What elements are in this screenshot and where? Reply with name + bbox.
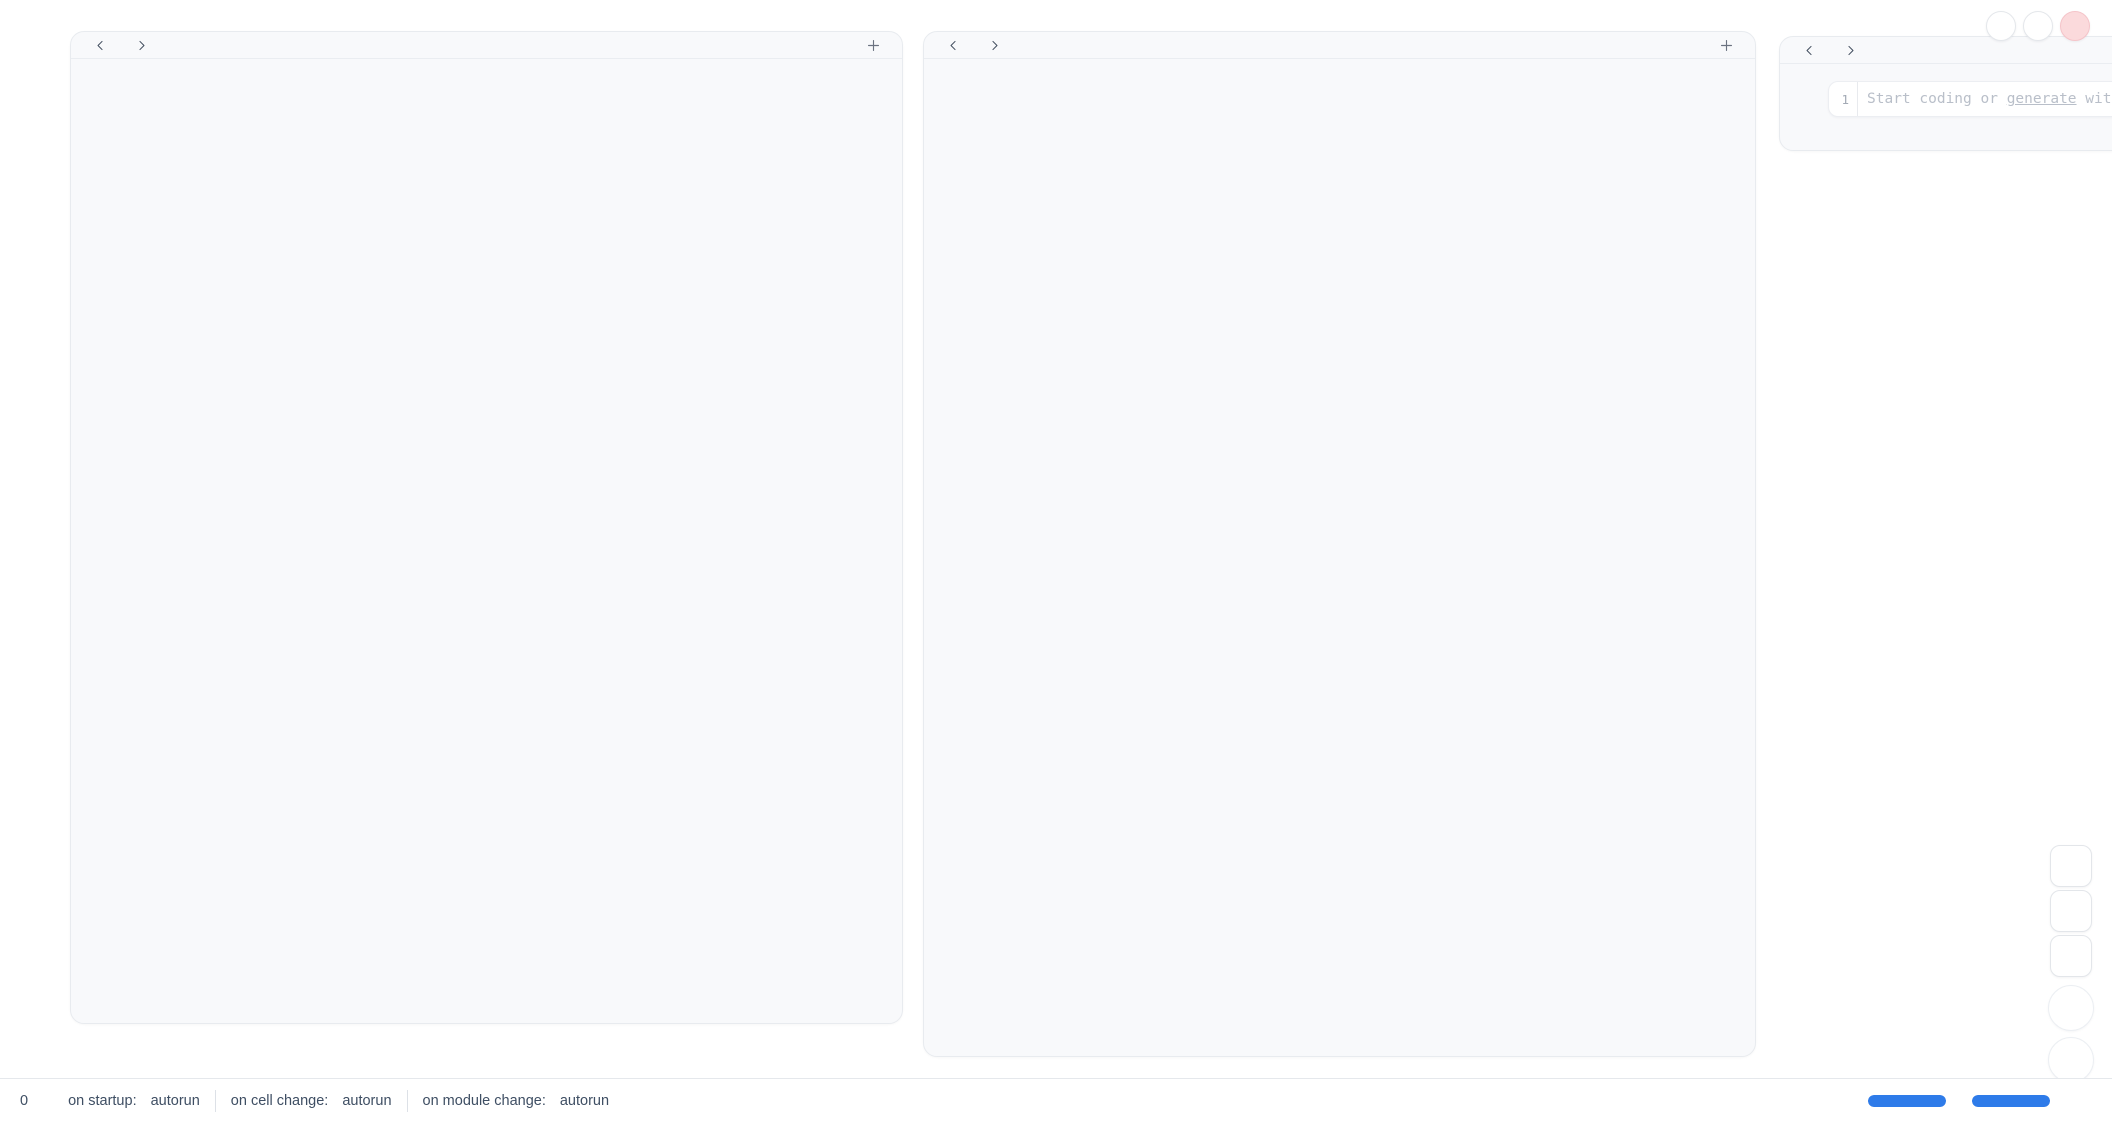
save-button[interactable] bbox=[2050, 845, 2092, 887]
placeholder-text: Start coding or bbox=[1867, 91, 2007, 107]
column-panel-2 bbox=[923, 31, 1756, 1057]
error-count: 0 bbox=[20, 1093, 28, 1109]
add-cell-button[interactable] bbox=[860, 34, 886, 56]
menu-button[interactable] bbox=[1986, 11, 2016, 41]
window-controls bbox=[1986, 11, 2090, 41]
scratchpad-cell[interactable]: 1 Start coding or generate with AI bbox=[1828, 81, 2112, 117]
resource-indicators bbox=[1855, 1095, 2098, 1107]
stop-button[interactable] bbox=[2048, 985, 2094, 1031]
line-number: 1 bbox=[1829, 82, 1858, 116]
scratch-header bbox=[1780, 37, 2112, 64]
autorun-on-cell-change[interactable]: on cell change: autorun bbox=[216, 1086, 407, 1116]
add-cell-button[interactable] bbox=[1713, 34, 1739, 56]
autorun-value: autorun bbox=[560, 1093, 609, 1109]
autorun-label: on startup: bbox=[68, 1093, 137, 1109]
column-1-header bbox=[71, 32, 902, 59]
errors-indicator[interactable]: 0 bbox=[14, 1093, 28, 1109]
column-panel-1 bbox=[70, 31, 903, 1024]
autorun-value: autorun bbox=[342, 1093, 391, 1109]
column-move-right-button[interactable] bbox=[128, 34, 154, 56]
autorun-label: on module change: bbox=[423, 1093, 546, 1109]
autorun-label: on cell change: bbox=[231, 1093, 329, 1109]
memory-usage-bar bbox=[1868, 1095, 1946, 1107]
run-button[interactable] bbox=[2048, 1037, 2094, 1083]
autorun-value: autorun bbox=[151, 1093, 200, 1109]
close-button[interactable] bbox=[2060, 11, 2090, 41]
settings-button[interactable] bbox=[2023, 11, 2053, 41]
floating-actions bbox=[2048, 845, 2094, 1083]
column-move-right-button[interactable] bbox=[981, 34, 1007, 56]
autorun-on-module-change[interactable]: on module change: autorun bbox=[408, 1086, 632, 1116]
cpu-usage-bar bbox=[1972, 1095, 2050, 1107]
autorun-on-startup[interactable]: on startup: autorun bbox=[53, 1086, 215, 1116]
scratch-column-panel: 1 Start coding or generate with AI bbox=[1779, 36, 2112, 151]
layout-button[interactable] bbox=[2050, 890, 2092, 932]
placeholder-text: with AI bbox=[2077, 91, 2112, 107]
command-palette-button[interactable] bbox=[2050, 935, 2092, 977]
column-move-left-button[interactable] bbox=[87, 34, 113, 56]
column-move-right-button[interactable] bbox=[1837, 39, 1863, 61]
column-move-left-button[interactable] bbox=[1796, 39, 1822, 61]
status-bar: 0 on startup: autorun on cell change: au… bbox=[0, 1078, 2112, 1122]
generate-link[interactable]: generate bbox=[2007, 91, 2077, 107]
column-move-left-button[interactable] bbox=[940, 34, 966, 56]
column-2-header bbox=[924, 32, 1755, 59]
left-sidebar bbox=[0, 0, 56, 1078]
scratchpad-placeholder: Start coding or generate with AI bbox=[1858, 82, 2112, 116]
